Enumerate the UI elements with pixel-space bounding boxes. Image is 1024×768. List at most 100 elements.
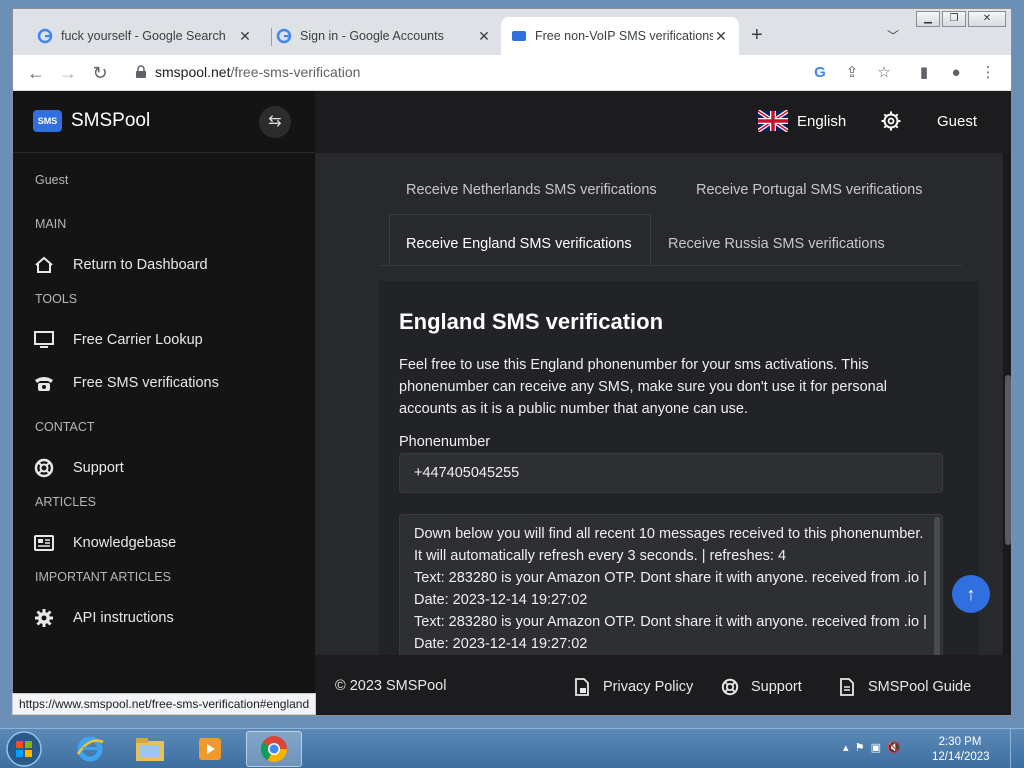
home-icon: [33, 254, 55, 276]
section-contact: CONTACT: [35, 420, 95, 434]
gear-icon[interactable]: [881, 111, 901, 131]
tab-divider-line: [379, 265, 962, 266]
side-panel-icon[interactable]: ▮: [914, 63, 934, 83]
sidebar-item-label: API instructions: [73, 610, 174, 626]
sidebar-item-carrier-lookup[interactable]: Free Carrier Lookup: [33, 327, 203, 353]
page-scrollbar[interactable]: [1003, 153, 1011, 655]
share-icon[interactable]: ⇪: [842, 63, 862, 83]
tab-search-chevron-icon[interactable]: ﹀: [887, 27, 899, 44]
google-icon: [276, 28, 292, 44]
smspool-icon: [512, 31, 526, 41]
sidebar-item-support[interactable]: Support: [33, 455, 124, 481]
section-main: MAIN: [35, 217, 67, 231]
status-bar-url: https://www.smspool.net/free-sms-verific…: [12, 693, 317, 715]
logo-icon[interactable]: SMS: [33, 110, 62, 132]
document-lock-icon: [575, 678, 589, 696]
footer-link-label: Support: [751, 679, 802, 695]
web-page: SMS SMSPool ⇆ Guest MAIN Return to Dashb…: [13, 91, 1011, 715]
section-important-articles: IMPORTANT ARTICLES: [35, 570, 171, 584]
taskbar-chrome-icon[interactable]: [246, 731, 302, 767]
user-menu[interactable]: Guest: [937, 113, 977, 130]
url-host: smspool.net: [155, 64, 231, 80]
footer-guide-link[interactable]: SMSPool Guide: [838, 678, 971, 696]
monitor-icon: [33, 329, 55, 351]
message-item: Text: 283280 is your Amazon OTP. Dont sh…: [414, 614, 927, 652]
main-content: Receive Netherlands SMS verifications Re…: [315, 153, 1003, 655]
sidebar-item-label: Support: [73, 460, 124, 476]
sidebar-item-label: Knowledgebase: [73, 535, 177, 551]
sidebar-user: Guest: [35, 173, 69, 187]
sidebar-item-label: Free Carrier Lookup: [73, 332, 203, 348]
lifebuoy-icon: [721, 678, 739, 696]
tab-netherlands[interactable]: Receive Netherlands SMS verifications: [406, 182, 657, 198]
sidebar-toggle-button[interactable]: ⇆: [259, 106, 291, 138]
lock-icon[interactable]: [135, 65, 147, 79]
tab-russia[interactable]: Receive Russia SMS verifications: [668, 236, 885, 252]
footer: © 2023 SMSPool Privacy Policy Support SM…: [315, 655, 1011, 715]
brand-name[interactable]: SMSPool: [71, 110, 150, 132]
message-item: Text: 283280 is your Amazon OTP. Dont sh…: [414, 570, 927, 608]
browser-toolbar: ← → ↻ smspool.net/free-sms-verification …: [13, 55, 1011, 91]
tab-title: Free non-VoIP SMS verifications: [535, 29, 713, 43]
browser-tab-google-search[interactable]: fuck yourself - Google Search ✕: [27, 17, 263, 55]
sidebar-item-label: Free SMS verifications: [73, 375, 219, 391]
system-tray-icons[interactable]: ▴ ⚑ ▣ 🔇: [843, 741, 901, 754]
tab-england[interactable]: Receive England SMS verifications: [406, 236, 632, 252]
messages-scrollbar[interactable]: [934, 517, 940, 655]
lifebuoy-icon: [33, 457, 55, 479]
footer-privacy-link[interactable]: Privacy Policy: [573, 678, 693, 696]
back-button[interactable]: ←: [25, 62, 47, 84]
sidebar-header: SMS SMSPool ⇆: [13, 91, 315, 153]
taskbar-media-player-icon[interactable]: [182, 731, 238, 767]
start-button-icon[interactable]: [4, 730, 44, 768]
scrollbar-thumb[interactable]: [1005, 375, 1011, 545]
uk-flag-icon[interactable]: [758, 110, 788, 132]
sidebar-item-label: Return to Dashboard: [73, 257, 208, 273]
footer-link-label: SMSPool Guide: [868, 679, 972, 695]
forward-button[interactable]: →: [57, 62, 79, 84]
browser-tab-google-accounts[interactable]: Sign in - Google Accounts ✕: [266, 17, 502, 55]
taskbar-clock[interactable]: 2:30 PM 12/14/2023: [932, 735, 990, 765]
section-articles: ARTICLES: [35, 495, 96, 509]
language-selector[interactable]: English: [797, 113, 846, 130]
browser-tab-smspool[interactable]: Free non-VoIP SMS verifications ✕: [501, 17, 739, 55]
taskbar-ie-icon[interactable]: [62, 731, 118, 767]
new-tab-button[interactable]: +: [751, 25, 763, 45]
footer-support-link[interactable]: Support: [721, 678, 802, 696]
phone-number-field[interactable]: +447405045255: [399, 453, 943, 493]
document-icon: [840, 678, 854, 696]
sidebar-item-knowledgebase[interactable]: Knowledgebase: [33, 530, 176, 556]
sidebar: SMS SMSPool ⇆ Guest MAIN Return to Dashb…: [13, 91, 315, 715]
clock-date: 12/14/2023: [932, 751, 990, 763]
clock-time: 2:30 PM: [938, 736, 982, 748]
tab-title: Sign in - Google Accounts: [300, 29, 444, 43]
google-lens-icon[interactable]: G: [810, 63, 830, 83]
bookmark-star-icon[interactable]: ☆: [874, 63, 894, 83]
phone-label: Phonenumber: [399, 434, 491, 450]
sidebar-item-sms-verifications[interactable]: Free SMS verifications: [33, 370, 219, 396]
profile-avatar-icon[interactable]: ●: [946, 63, 966, 83]
close-icon[interactable]: ✕: [476, 28, 492, 45]
close-window-button[interactable]: ✕: [968, 11, 1006, 27]
maximize-button[interactable]: ❐: [942, 11, 966, 27]
page-title: England SMS verification: [399, 309, 664, 334]
minimize-button[interactable]: ▁: [916, 11, 940, 27]
browser-window: fuck yourself - Google Search ✕ Sign in …: [12, 8, 1012, 716]
sidebar-item-dashboard[interactable]: Return to Dashboard: [33, 252, 208, 278]
section-tools: TOOLS: [35, 292, 78, 306]
tab-portugal[interactable]: Receive Portugal SMS verifications: [696, 182, 922, 198]
footer-link-label: Privacy Policy: [603, 679, 694, 695]
messages-box[interactable]: Down below you will find all recent 10 m…: [399, 514, 943, 655]
google-icon: [37, 28, 53, 44]
scroll-to-top-button[interactable]: ↑: [952, 575, 990, 613]
show-desktop-button[interactable]: [1010, 729, 1024, 768]
address-bar[interactable]: smspool.net/free-sms-verification: [155, 64, 360, 80]
menu-kebab-icon[interactable]: ⋮: [978, 63, 998, 83]
close-icon[interactable]: ✕: [713, 28, 729, 45]
telephone-icon: [33, 372, 55, 394]
close-icon[interactable]: ✕: [237, 28, 253, 45]
url-path: /free-sms-verification: [230, 64, 361, 80]
reload-button[interactable]: ↻: [89, 62, 111, 84]
taskbar-explorer-icon[interactable]: [122, 731, 178, 767]
sidebar-item-api-instructions[interactable]: API instructions: [33, 605, 174, 631]
